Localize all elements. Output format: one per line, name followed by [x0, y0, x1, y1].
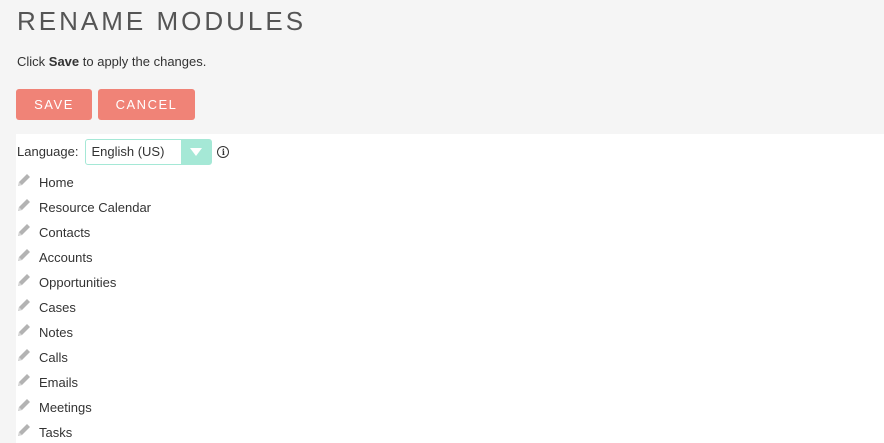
- module-label: Cases: [39, 300, 76, 315]
- module-label: Accounts: [39, 250, 93, 265]
- pencil-icon[interactable]: [16, 197, 32, 213]
- list-item: Calls: [16, 345, 151, 370]
- list-item: Resource Calendar: [16, 195, 151, 220]
- cancel-button[interactable]: CANCEL: [98, 89, 195, 120]
- list-item: Meetings: [16, 395, 151, 420]
- list-item: Cases: [16, 295, 151, 320]
- instructions-suffix: to apply the changes.: [79, 54, 207, 69]
- module-list: Home Resource Calendar Contacts Accounts…: [16, 170, 151, 443]
- module-label: Meetings: [39, 400, 92, 415]
- module-label: Notes: [39, 325, 73, 340]
- instructions-text: Click Save to apply the changes.: [17, 54, 206, 69]
- module-label: Calls: [39, 350, 68, 365]
- pencil-icon[interactable]: [16, 247, 32, 263]
- pencil-icon[interactable]: [16, 422, 32, 438]
- pencil-icon[interactable]: [16, 172, 32, 188]
- module-label: Tasks: [39, 425, 73, 440]
- list-item: Home: [16, 170, 151, 195]
- pencil-icon[interactable]: [16, 272, 32, 288]
- list-item: Tasks: [16, 420, 151, 443]
- instructions-prefix: Click: [17, 54, 49, 69]
- module-label: Resource Calendar: [39, 200, 152, 215]
- pencil-icon[interactable]: [16, 297, 32, 313]
- language-select-value: English (US): [91, 144, 165, 159]
- list-item: Accounts: [16, 245, 151, 270]
- language-label: Language:: [17, 144, 79, 159]
- pencil-icon[interactable]: [16, 322, 32, 338]
- save-button[interactable]: SAVE: [16, 89, 92, 120]
- language-row: Language: English (US) i: [17, 138, 230, 165]
- pencil-icon[interactable]: [16, 347, 32, 363]
- module-label: Opportunities: [39, 275, 117, 290]
- pencil-icon[interactable]: [16, 372, 32, 388]
- info-icon[interactable]: i: [217, 145, 230, 158]
- chevron-down-icon[interactable]: [181, 139, 212, 164]
- modules-panel: Language: English (US) i Home Resource C…: [16, 134, 884, 443]
- list-item: Notes: [16, 320, 151, 345]
- language-select[interactable]: English (US): [85, 138, 213, 165]
- pencil-icon[interactable]: [16, 397, 32, 413]
- page-title: RENAME MODULES: [17, 6, 307, 36]
- instructions-bold: Save: [48, 54, 80, 69]
- module-label: Home: [39, 175, 74, 190]
- module-label: Emails: [39, 375, 79, 390]
- list-item: Opportunities: [16, 270, 151, 295]
- list-item: Contacts: [16, 220, 151, 245]
- rename-modules-page: RENAME MODULES Click Save to apply the c…: [0, 0, 884, 443]
- list-item: Emails: [16, 370, 151, 395]
- pencil-icon[interactable]: [16, 222, 32, 238]
- module-label: Contacts: [39, 225, 91, 240]
